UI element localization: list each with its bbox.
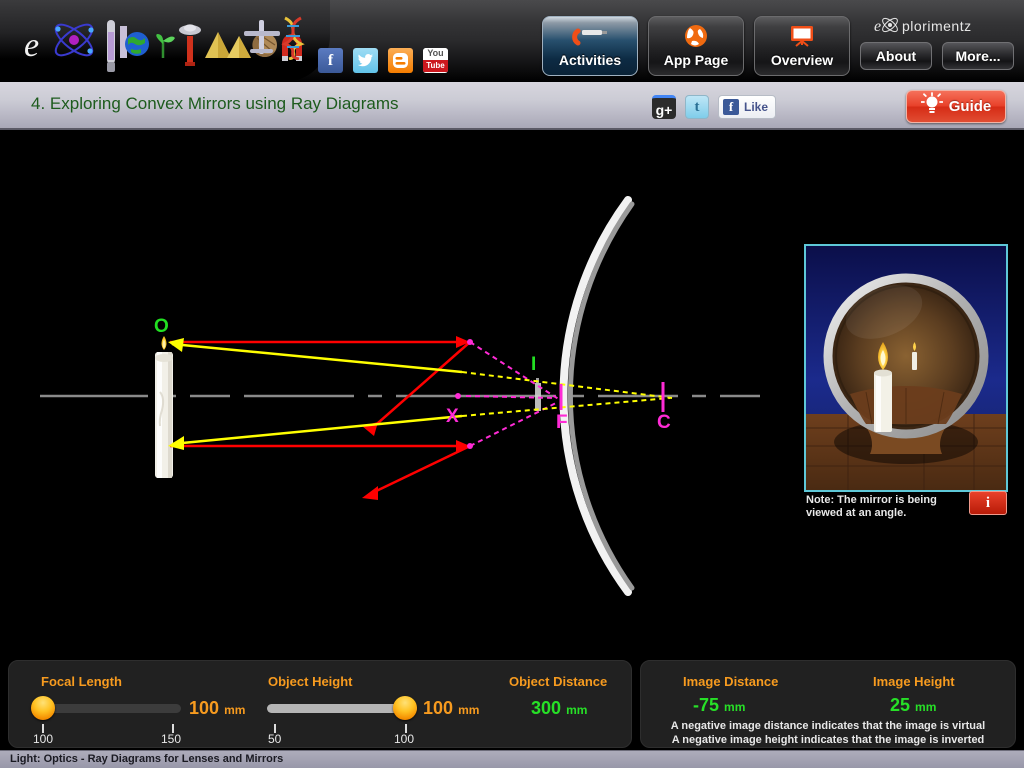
nav-button-more[interactable]: More... (942, 42, 1014, 70)
blogger-icon[interactable] (388, 48, 413, 73)
object-distance-value-group: 300 mm (531, 698, 587, 719)
social-links: f You Tube (318, 48, 448, 73)
image-candle (535, 378, 541, 411)
globe-icon (683, 24, 709, 48)
focal-length-thumb[interactable] (31, 696, 55, 720)
center-label: C (657, 412, 671, 433)
page-title: 4. Exploring Convex Mirrors using Ray Di… (31, 94, 399, 113)
top-navigation-bar: e f You Tube Activities App Page Overvie… (0, 0, 1024, 82)
image-height-unit: mm (915, 700, 937, 714)
focal-length-title: Focal Length (41, 674, 122, 689)
twitter-share-icon[interactable]: t (685, 95, 709, 119)
youtube-icon[interactable]: You Tube (423, 48, 448, 73)
object-height-thumb[interactable] (393, 696, 417, 720)
lightbulb-icon (920, 92, 944, 121)
status-bar: Light: Optics - Ray Diagrams for Lenses … (0, 750, 1024, 768)
dna-icon (279, 16, 311, 65)
status-bar-text: Light: Optics - Ray Diagrams for Lenses … (10, 753, 284, 765)
info-button[interactable]: i (969, 491, 1007, 515)
guide-button-label: Guide (948, 98, 992, 115)
facebook-f-icon: f (723, 99, 739, 115)
focal-length-unit: mm (224, 703, 246, 717)
nav-button-about[interactable]: About (860, 42, 932, 70)
image-height-value-group: 25 mm (890, 695, 936, 716)
object-height-unit: mm (458, 703, 480, 717)
nav-button-app-page[interactable]: App Page (648, 16, 744, 76)
vertex-point (455, 393, 461, 399)
nav-button-activities-label: Activities (558, 52, 622, 68)
object-height-value-group: 100 mm (423, 698, 479, 719)
object-distance-title: Object Distance (509, 674, 608, 689)
presentation-board-icon (788, 24, 816, 48)
virtual-ray-extensions (465, 341, 561, 447)
image-height-value: 25 (890, 695, 911, 715)
svg-text:e: e (24, 27, 39, 64)
page-title-bar: 4. Exploring Convex Mirrors using Ray Di… (0, 82, 1024, 130)
svg-text:e: e (874, 18, 881, 35)
object-height-min-label: 50 (268, 732, 282, 746)
focus-label: F (556, 412, 568, 433)
object-height-title: Object Height (268, 674, 353, 689)
image-distance-value-group: -75 mm (693, 695, 745, 716)
incident-ray-parallel-top (170, 336, 470, 348)
results-note-line2: A negative image height indicates that t… (671, 734, 985, 746)
results-note-line1: A negative image distance indicates that… (670, 720, 986, 732)
object-label: O (154, 316, 169, 337)
object-height-max-label: 100 (394, 732, 415, 746)
nav-button-about-label: About (875, 48, 917, 64)
youtube-bottom-label: Tube (423, 60, 448, 72)
inset-note: Note: The mirror is being viewed at an a… (806, 494, 937, 519)
focal-length-max-label: 150 (161, 732, 182, 746)
incident-ray-parallel-bottom (170, 440, 470, 452)
vertex-label: X (446, 406, 459, 427)
guide-button[interactable]: Guide (906, 90, 1006, 123)
image-label: I (531, 354, 536, 375)
image-distance-unit: mm (724, 700, 746, 714)
facebook-icon[interactable]: f (318, 48, 343, 73)
nav-button-overview[interactable]: Overview (754, 16, 850, 76)
object-height-value: 100 (423, 698, 454, 718)
focal-length-slider[interactable] (31, 694, 181, 724)
reflection-point-bottom (467, 443, 473, 449)
object-candle (155, 336, 173, 478)
google-plus-icon[interactable]: g+ (652, 95, 676, 119)
reflection-point-top (467, 339, 473, 345)
svg-text:plorimentz: plorimentz (902, 18, 972, 34)
focal-length-value: 100 (189, 698, 220, 718)
nav-button-app-page-label: App Page (663, 52, 729, 68)
facebook-like-button[interactable]: f Like (718, 95, 777, 119)
nav-button-more-label: More... (955, 48, 1001, 64)
object-distance-value: 300 (531, 698, 562, 718)
object-distance-unit: mm (566, 703, 588, 717)
airplane-icon (242, 14, 282, 65)
facebook-like-label: Like (744, 100, 769, 114)
controls-panel: Focal Length 100 150 100 mm Object Heigh… (8, 660, 632, 748)
app-root: e f You Tube Activities App Page Overvie… (0, 0, 1024, 768)
microscope-icon (570, 24, 610, 48)
nav-button-activities[interactable]: Activities (542, 16, 638, 76)
object-height-slider[interactable] (267, 694, 417, 724)
reflected-ray-bottom (362, 444, 471, 500)
brand-wordmark-top-right: e plorimentz (874, 14, 1014, 41)
image-height-title: Image Height (873, 674, 955, 689)
image-distance-title: Image Distance (683, 674, 779, 689)
youtube-top-label: You (423, 48, 448, 60)
share-buttons: g+ t f Like (652, 95, 777, 119)
focal-length-min-label: 100 (33, 732, 54, 746)
image-distance-value: -75 (693, 695, 720, 715)
focal-length-value-group: 100 mm (189, 698, 245, 719)
twitter-icon[interactable] (353, 48, 378, 73)
mirror-photo-inset[interactable] (804, 244, 1008, 492)
nav-button-overview-label: Overview (770, 52, 834, 68)
results-panel: Image Distance -75 mm Image Height 25 mm… (640, 660, 1016, 748)
